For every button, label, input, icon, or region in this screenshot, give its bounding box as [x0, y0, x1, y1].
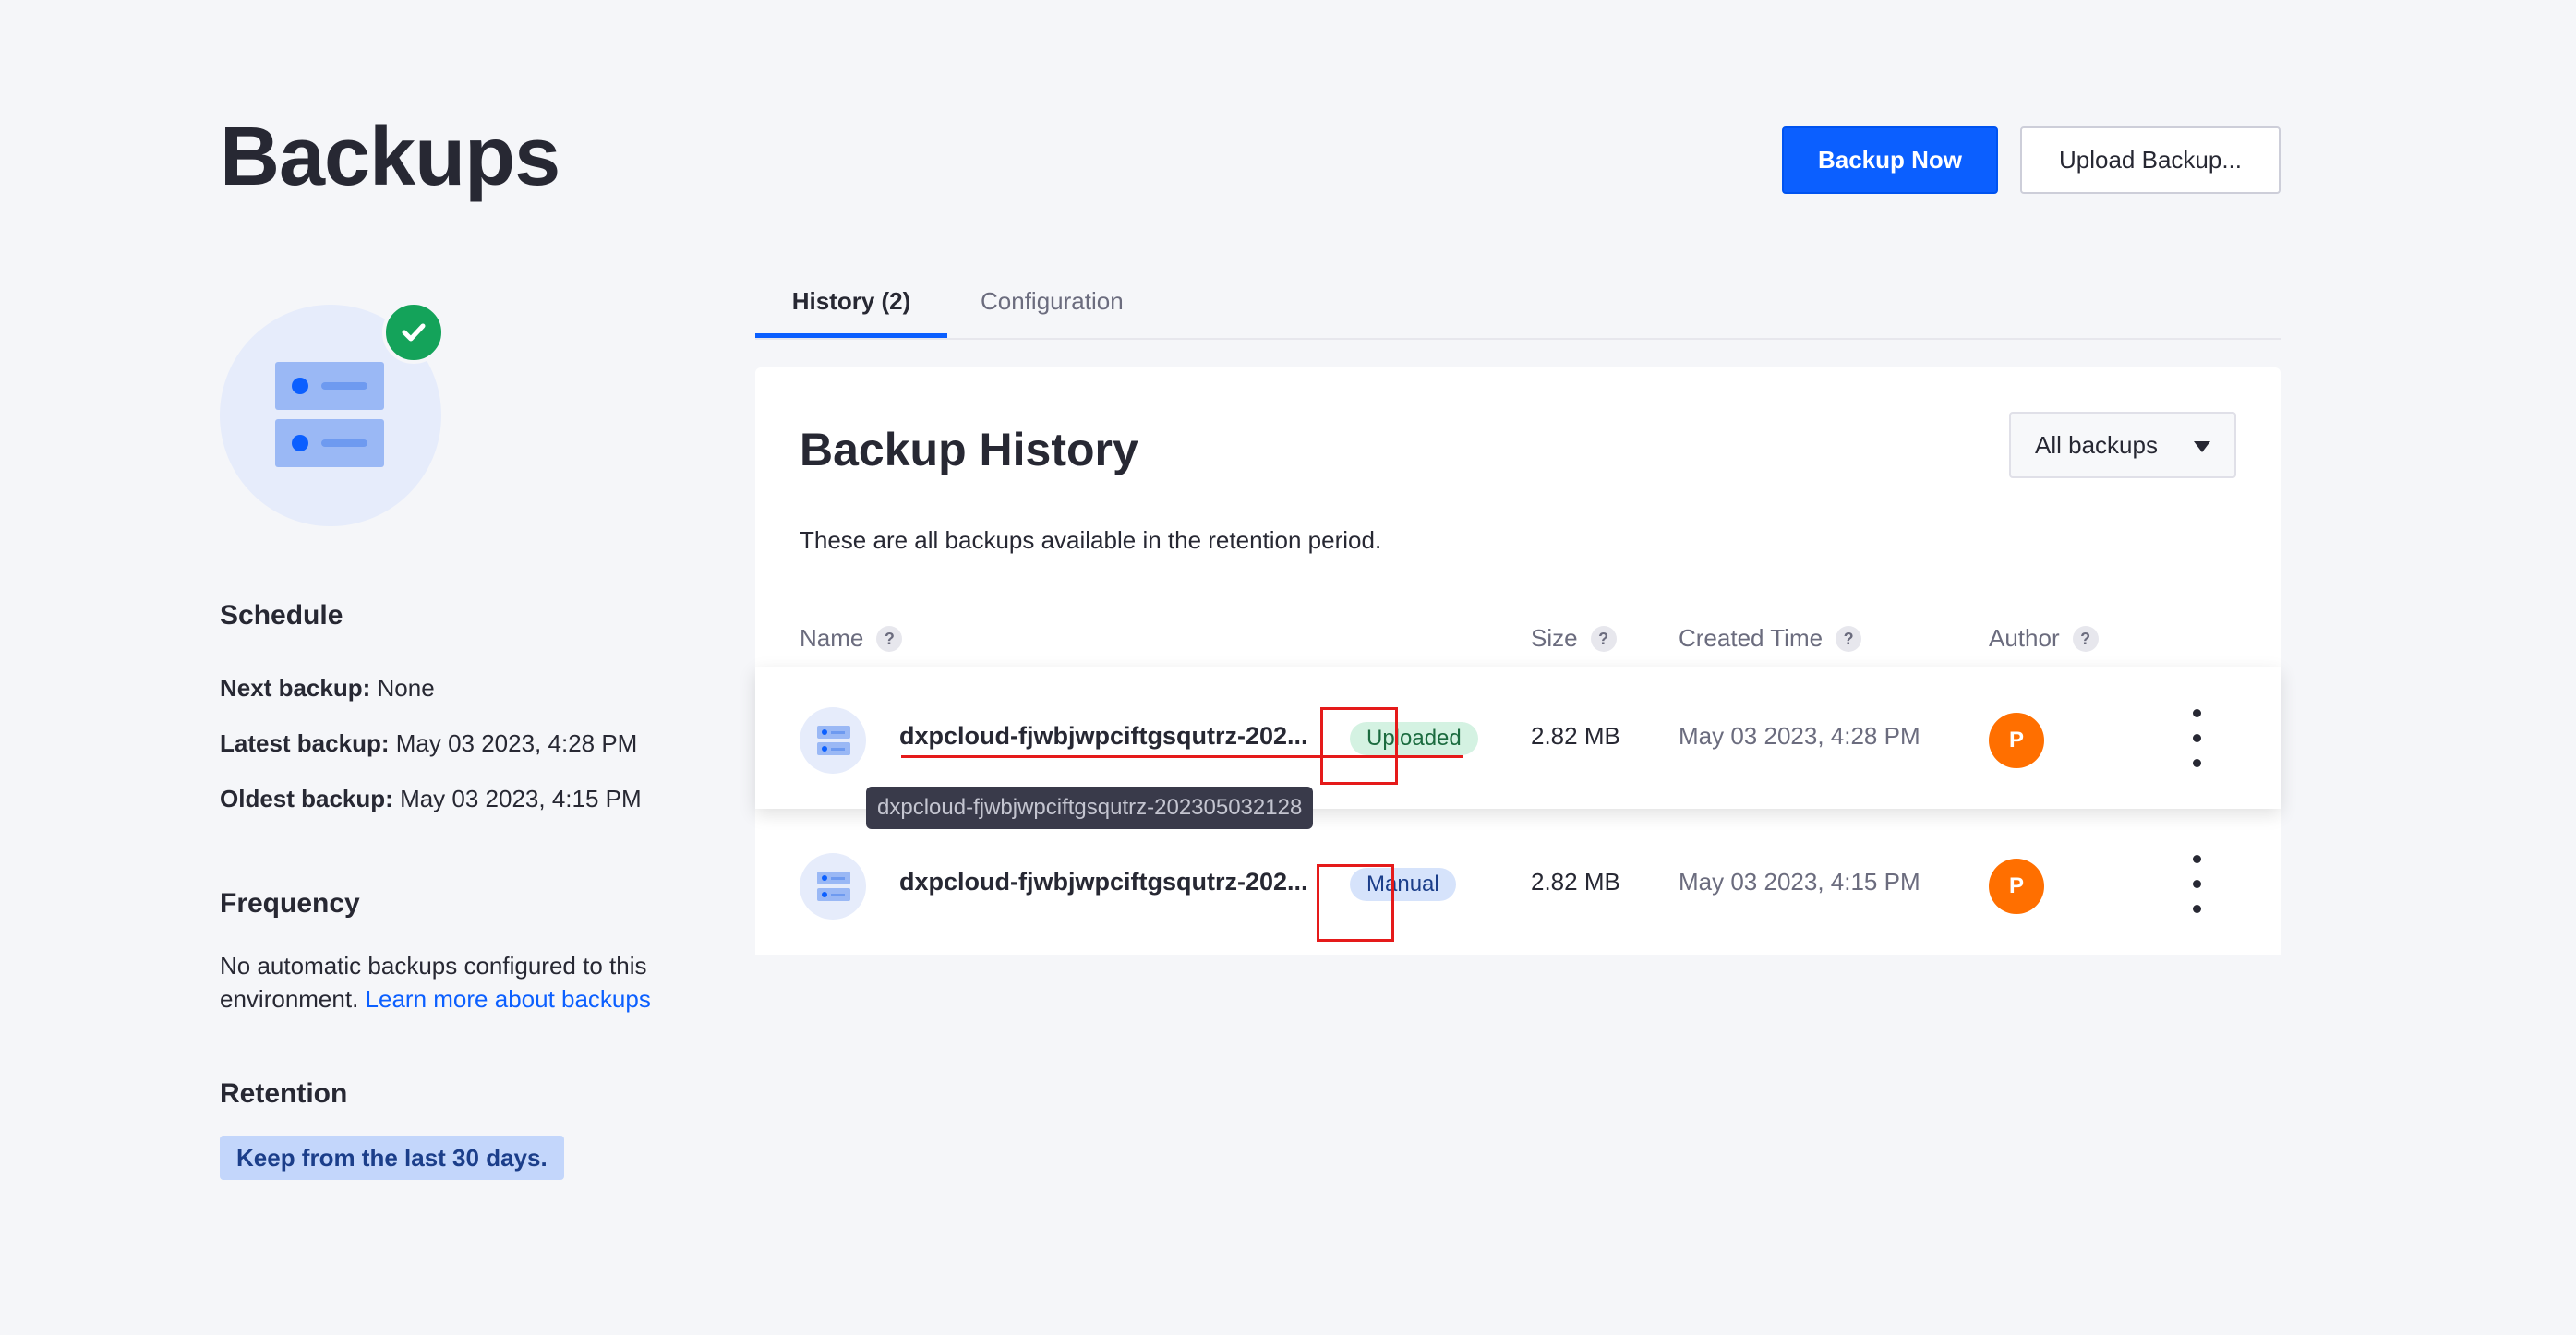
- card-description: These are all backups available in the r…: [800, 526, 1382, 554]
- column-header-name: Name?: [800, 624, 903, 653]
- latest-backup: Latest backup: May 03 2023, 4:28 PM: [220, 729, 638, 757]
- author-avatar: P: [1989, 859, 2044, 914]
- help-icon[interactable]: ?: [1836, 625, 1862, 652]
- server-icon: [275, 362, 384, 410]
- check-circle-icon: [382, 301, 445, 364]
- author-avatar: P: [1989, 713, 2044, 768]
- tab-history[interactable]: History (2): [755, 268, 947, 338]
- upload-backup-button[interactable]: Upload Backup...: [2020, 126, 2281, 194]
- backup-name-tooltip: dxpcloud-fjwbjwpciftgsqutrz-202305032128: [866, 787, 1314, 829]
- backup-file-icon: [800, 853, 866, 920]
- learn-more-link[interactable]: Learn more about backups: [366, 985, 651, 1013]
- next-backup: Next backup: None: [220, 674, 435, 702]
- backup-size: 2.82 MB: [1531, 868, 1620, 896]
- backup-file-icon: [800, 707, 866, 774]
- backup-created-time: May 03 2023, 4:15 PM: [1679, 868, 1920, 896]
- backup-now-button[interactable]: Backup Now: [1782, 126, 1998, 194]
- backup-filter-dropdown[interactable]: All backups: [2009, 412, 2236, 478]
- retention-heading: Retention: [220, 1078, 348, 1109]
- help-icon[interactable]: ?: [1590, 625, 1617, 652]
- help-icon[interactable]: ?: [2072, 625, 2099, 652]
- frequency-heading: Frequency: [220, 888, 360, 919]
- help-icon[interactable]: ?: [876, 625, 903, 652]
- column-header-size: Size?: [1531, 624, 1617, 653]
- more-actions-icon[interactable]: [2185, 705, 2210, 772]
- column-header-author: Author?: [1989, 624, 2099, 653]
- schedule-heading: Schedule: [220, 600, 343, 631]
- retention-badge: Keep from the last 30 days.: [220, 1136, 564, 1180]
- server-icon: [275, 419, 384, 467]
- annotation-box: [1320, 707, 1398, 785]
- card-title: Backup History: [800, 424, 1138, 475]
- column-header-created: Created Time?: [1679, 624, 1862, 653]
- tab-configuration[interactable]: Configuration: [981, 268, 1124, 338]
- table-row[interactable]: dxpcloud-fjwbjwpciftgsqutrz-202... Manua…: [755, 812, 2281, 955]
- backup-size: 2.82 MB: [1531, 722, 1620, 750]
- annotation-box: [1317, 864, 1394, 942]
- more-actions-icon[interactable]: [2185, 851, 2210, 918]
- backup-name-link[interactable]: dxpcloud-fjwbjwpciftgsqutrz-202...: [899, 868, 1308, 896]
- backup-created-time: May 03 2023, 4:28 PM: [1679, 722, 1920, 750]
- page-title: Backups: [220, 111, 560, 203]
- tab-bar: History (2) Configuration: [755, 268, 2281, 340]
- caret-down-icon: [2194, 441, 2210, 452]
- frequency-text: No automatic backups configured to this …: [220, 952, 651, 1013]
- backup-name-link[interactable]: dxpcloud-fjwbjwpciftgsqutrz-202...: [899, 722, 1308, 751]
- oldest-backup: Oldest backup: May 03 2023, 4:15 PM: [220, 785, 642, 812]
